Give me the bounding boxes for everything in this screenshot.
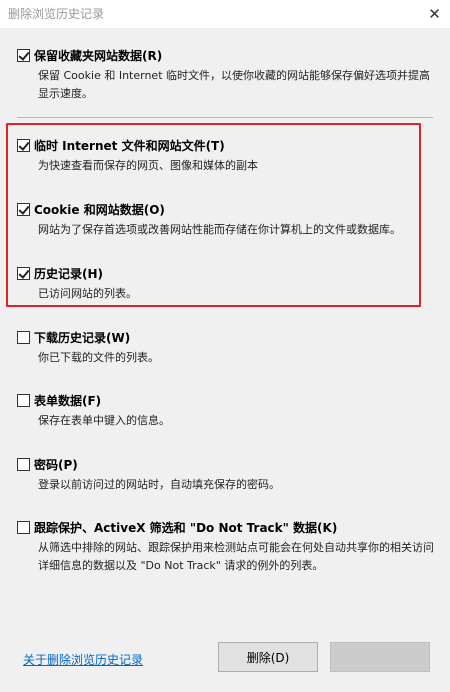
option-label: Cookie 和网站数据(O) [34,202,165,217]
checkbox-form-data[interactable] [17,393,30,407]
checkbox-temp-internet-files[interactable] [17,138,30,152]
option-description: 你已下载的文件的列表。 [38,351,159,364]
option-tracking-protection: 跟踪保护、ActiveX 筛选和 "Do Not Track" 数据(K) 从筛… [17,518,437,575]
close-icon[interactable]: ✕ [419,0,450,28]
option-label: 密码(P) [34,457,78,472]
option-preserve-favorites: 保留收藏夹网站数据(R) 保留 Cookie 和 Internet 临时文件，以… [17,46,437,103]
option-label: 历史记录(H) [34,266,104,281]
dialog-content: 保留收藏夹网站数据(R) 保留 Cookie 和 Internet 临时文件，以… [0,28,450,692]
title-bar: 删除浏览历史记录 ✕ [0,0,450,28]
option-download-history: 下载历史记录(W) 你已下载的文件的列表。 [17,328,437,367]
checkbox-cookies[interactable] [17,202,30,216]
option-description: 登录以前访问过的网站时，自动填充保存的密码。 [38,478,280,491]
dialog-title: 删除浏览历史记录 [8,7,105,21]
option-label: 保留收藏夹网站数据(R) [34,48,163,63]
option-temp-internet-files: 临时 Internet 文件和网站文件(T) 为快速查看而保存的网页、图像和媒体… [17,136,437,175]
option-description: 保留 Cookie 和 Internet 临时文件，以使你收藏的网站能够保存偏好… [38,69,430,100]
option-form-data: 表单数据(F) 保存在表单中键入的信息。 [17,391,437,430]
delete-button[interactable]: 删除(D) [218,642,318,672]
checkbox-history[interactable] [17,266,30,280]
option-description: 从筛选中排除的网站、跟踪保护用来检测站点可能会在何处自动共享你的相关访问详细信息… [38,541,434,572]
option-description: 已访问网站的列表。 [38,287,137,300]
option-label: 表单数据(F) [34,393,102,408]
about-delete-history-link[interactable]: 关于删除浏览历史记录 [23,651,143,668]
option-label: 临时 Internet 文件和网站文件(T) [34,138,225,153]
checkbox-download-history[interactable] [17,330,30,344]
option-description: 网站为了保存首选项或改善网站性能而存储在你计算机上的文件或数据库。 [38,223,401,236]
checkbox-preserve-favorites[interactable] [17,48,30,62]
option-passwords: 密码(P) 登录以前访问过的网站时，自动填充保存的密码。 [17,455,437,494]
option-cookies: Cookie 和网站数据(O) 网站为了保存首选项或改善网站性能而存储在你计算机… [17,200,437,239]
option-label: 下载历史记录(W) [34,330,131,345]
checkbox-passwords[interactable] [17,457,30,471]
checkbox-tracking-protection[interactable] [17,520,30,534]
option-description: 保存在表单中键入的信息。 [38,414,170,427]
cancel-button[interactable] [330,642,430,672]
option-label: 跟踪保护、ActiveX 筛选和 "Do Not Track" 数据(K) [34,520,338,535]
option-history: 历史记录(H) 已访问网站的列表。 [17,264,437,303]
divider [17,117,433,118]
option-description: 为快速查看而保存的网页、图像和媒体的副本 [38,159,258,172]
